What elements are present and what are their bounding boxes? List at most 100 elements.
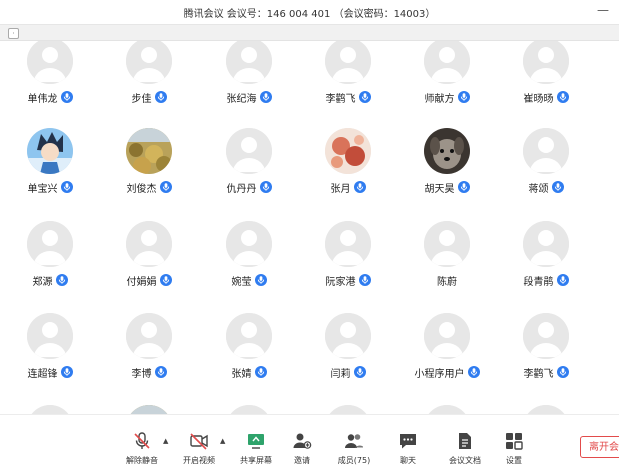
participant-avatar xyxy=(27,128,73,174)
participant-name-row: 连超锋 xyxy=(0,365,100,380)
participant-name: 张月 xyxy=(330,183,351,195)
participant-tile[interactable] xyxy=(298,405,398,414)
participant-name: 胡天昊 xyxy=(424,183,455,195)
members-label: 成员(75) xyxy=(337,456,371,465)
mic-icon xyxy=(259,91,272,103)
mic-icon xyxy=(358,91,371,103)
participant-tile[interactable]: 单宝兴 xyxy=(0,128,100,218)
participant-name: 刘俊杰 xyxy=(126,183,157,195)
unmute-button[interactable]: 解除静音 xyxy=(120,431,164,471)
mic-icon xyxy=(353,181,366,193)
participant-name-row: 李博 xyxy=(99,365,199,380)
participant-name-row: 段青鹃 xyxy=(496,273,596,288)
mic-icon xyxy=(55,274,68,286)
participant-name-row: 郑源 xyxy=(0,273,100,288)
meeting-docs-button[interactable]: 会议文档 xyxy=(443,431,487,471)
participant-tile[interactable]: 陈蔚 xyxy=(397,221,497,311)
info-strip: · xyxy=(0,25,619,41)
participant-name-row: 刘俊杰 xyxy=(99,180,199,195)
participant-tile[interactable]: 蒋颂 xyxy=(496,128,596,218)
participant-tile[interactable]: 李博 xyxy=(99,313,199,403)
participant-tile[interactable]: 段青鹃 xyxy=(496,221,596,311)
participant-tile[interactable] xyxy=(99,405,199,414)
participant-avatar xyxy=(424,41,470,84)
settings-label: 设置 xyxy=(506,456,522,465)
participant-tile[interactable]: 师献方 xyxy=(397,41,497,128)
participant-name-row: 单伟龙 xyxy=(0,90,100,105)
participant-name: 闫莉 xyxy=(330,368,351,380)
participant-avatar xyxy=(325,221,371,267)
participant-avatar xyxy=(325,405,371,414)
participant-tile[interactable]: 连超锋 xyxy=(0,313,100,403)
invite-icon xyxy=(293,433,312,449)
chat-icon xyxy=(400,434,416,449)
participant-tile[interactable]: 阮家港 xyxy=(298,221,398,311)
mic-icon xyxy=(60,181,73,193)
start-video-button[interactable]: 开启视频 xyxy=(177,431,221,471)
mic-icon xyxy=(60,366,73,378)
participant-tile[interactable]: 单伟龙 xyxy=(0,41,100,128)
participant-name-row: 付娟娟 xyxy=(99,273,199,288)
participant-tile[interactable]: 李鹳飞 xyxy=(496,313,596,403)
participant-tile[interactable]: 张月 xyxy=(298,128,398,218)
participant-name-row: 张纪海 xyxy=(199,90,299,105)
participant-tile[interactable]: 小程序用户 xyxy=(397,313,497,403)
participant-tile[interactable]: 刘俊杰 xyxy=(99,128,199,218)
share-screen-label: 共享屏幕 xyxy=(240,456,272,465)
participant-name-row: 胡天昊 xyxy=(397,180,497,195)
participant-name: 李博 xyxy=(131,368,152,380)
participant-name: 张婧 xyxy=(231,368,252,380)
mic-icon xyxy=(556,366,569,378)
participant-name: 段青鹃 xyxy=(523,276,554,288)
settings-grid-icon xyxy=(506,433,523,450)
participant-tile[interactable]: 仇丹丹 xyxy=(199,128,299,218)
participant-tile[interactable]: 胡天昊 xyxy=(397,128,497,218)
mic-icon xyxy=(457,181,470,193)
participant-tile[interactable] xyxy=(199,405,299,414)
participant-name: 师献方 xyxy=(424,93,455,105)
participant-name-row: 阮家港 xyxy=(298,273,398,288)
document-icon xyxy=(459,433,471,449)
participant-name: 张纪海 xyxy=(226,93,257,105)
invite-button[interactable]: 邀请 xyxy=(280,431,324,471)
participant-tile[interactable]: 李鹳飞 xyxy=(298,41,398,128)
participant-name: 阮家港 xyxy=(325,276,356,288)
participant-name-row: 陈蔚 xyxy=(397,273,497,288)
participant-tile[interactable]: 步佳 xyxy=(99,41,199,128)
meeting-toolbar: 解除静音 ▲ 开启视频 ▲ 共享屏幕 邀请 成员(75) 聊天 会议文档 设置 … xyxy=(0,414,619,475)
participant-name-row: 李鹳飞 xyxy=(496,365,596,380)
participant-tile[interactable] xyxy=(397,405,497,414)
participant-avatar xyxy=(27,405,73,414)
participant-tile[interactable]: 张婧 xyxy=(199,313,299,403)
participant-tile[interactable]: 闫莉 xyxy=(298,313,398,403)
audio-options-caret[interactable]: ▲ xyxy=(163,437,168,445)
participant-avatar xyxy=(126,128,172,174)
mic-icon xyxy=(353,366,366,378)
participant-tile[interactable]: 崔旸旸 xyxy=(496,41,596,128)
settings-button[interactable]: 设置 xyxy=(492,431,536,471)
members-button[interactable]: 成员(75) xyxy=(332,431,376,471)
participant-name-row: 蒋颂 xyxy=(496,180,596,195)
video-options-caret[interactable]: ▲ xyxy=(220,437,225,445)
participant-tile[interactable]: 付娟娟 xyxy=(99,221,199,311)
mic-icon xyxy=(159,274,172,286)
participant-avatar xyxy=(523,405,569,414)
participant-tile[interactable] xyxy=(0,405,100,414)
participant-tile[interactable]: 婉莹 xyxy=(199,221,299,311)
leave-meeting-button[interactable]: 离开会议 xyxy=(580,436,619,458)
participant-avatar xyxy=(126,41,172,84)
share-screen-button[interactable]: 共享屏幕 xyxy=(234,431,278,471)
participant-tile[interactable] xyxy=(496,405,596,414)
participant-name-row: 仇丹丹 xyxy=(199,180,299,195)
info-icon[interactable]: · xyxy=(8,28,19,39)
participant-tile[interactable]: 郑源 xyxy=(0,221,100,311)
participant-avatar xyxy=(523,221,569,267)
participant-tile[interactable]: 张纪海 xyxy=(199,41,299,128)
mic-icon xyxy=(159,181,172,193)
minimize-button[interactable]: — xyxy=(595,2,611,18)
participant-avatar xyxy=(27,221,73,267)
chat-button[interactable]: 聊天 xyxy=(386,431,430,471)
participant-avatar xyxy=(325,313,371,359)
share-screen-icon xyxy=(248,434,264,449)
participant-name: 蒋颂 xyxy=(528,183,549,195)
